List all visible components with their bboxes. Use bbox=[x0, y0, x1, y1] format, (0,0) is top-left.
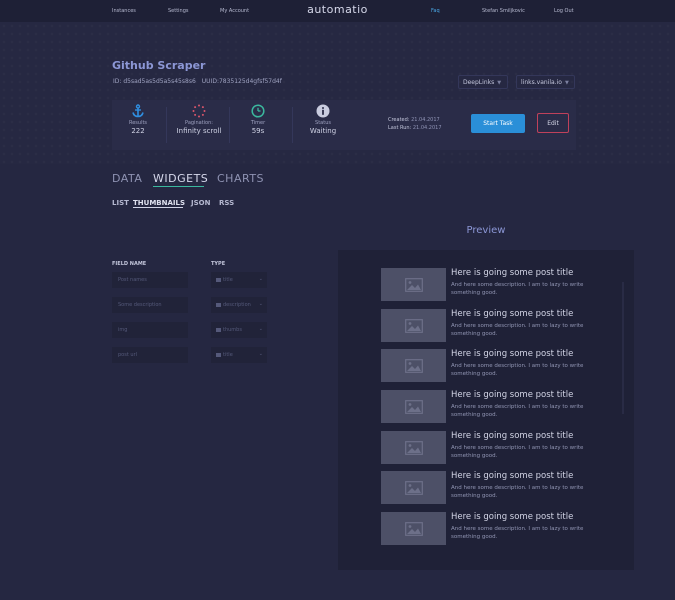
stat-label: Results bbox=[128, 120, 148, 126]
nav-faq[interactable]: Faq bbox=[431, 8, 440, 14]
top-nav: Instances Settings My Account automatio … bbox=[0, 0, 675, 22]
links-dropdown[interactable]: links.vanila.io ▼ bbox=[516, 75, 575, 89]
field-name-header: FIELD NAME bbox=[112, 261, 147, 267]
stat-label: Timer bbox=[250, 120, 266, 126]
stat-value: Infinity scroll bbox=[176, 127, 222, 135]
post-description: And here some description. I am to lazy … bbox=[451, 526, 584, 540]
preview-title: Preview bbox=[466, 225, 506, 236]
page-title: Github Scraper bbox=[112, 59, 206, 72]
field-name-input[interactable]: post url bbox=[112, 347, 188, 363]
post-title: Here is going some post title bbox=[451, 512, 574, 522]
type-value: description bbox=[223, 302, 251, 308]
scraper-uuid: UUID:7835125d4gfsf57d4f bbox=[201, 78, 282, 85]
type-value: title bbox=[223, 352, 233, 358]
stat-value: 59s bbox=[251, 127, 265, 135]
subtab-thumbnails[interactable]: THUMBNAILS bbox=[133, 199, 185, 207]
chevron-down-icon: ⌄ bbox=[258, 276, 263, 282]
edit-button[interactable]: Edit bbox=[537, 113, 569, 133]
type-select[interactable]: title ⌄ bbox=[211, 272, 267, 288]
image-placeholder-icon bbox=[381, 431, 446, 464]
post-title: Here is going some post title bbox=[451, 390, 574, 400]
chevron-down-icon: ⌄ bbox=[258, 351, 263, 357]
post-description: And here some description. I am to lazy … bbox=[451, 282, 584, 296]
preview-post[interactable]: Here is going some post title And here so… bbox=[381, 431, 601, 465]
chevron-down-icon: ▼ bbox=[564, 80, 569, 86]
links-label: links.vanila.io bbox=[521, 79, 562, 86]
preview-post[interactable]: Here is going some post title And here so… bbox=[381, 390, 601, 424]
image-icon bbox=[216, 327, 221, 332]
active-tab-indicator bbox=[153, 186, 204, 187]
post-description: And here some description. I am to lazy … bbox=[451, 445, 584, 459]
image-placeholder-icon bbox=[381, 268, 446, 301]
post-description: And here some description. I am to lazy … bbox=[451, 485, 584, 499]
tab-widgets[interactable]: WIDGETS bbox=[153, 172, 208, 185]
type-select[interactable]: title ⌄ bbox=[211, 347, 267, 363]
type-icon bbox=[216, 302, 221, 307]
image-placeholder-icon bbox=[381, 512, 446, 545]
chevron-down-icon: ⌄ bbox=[258, 326, 263, 332]
stat-pagination: Pagination: Infinity scroll bbox=[169, 104, 229, 135]
subtab-json[interactable]: JSON bbox=[191, 199, 210, 207]
deeplinks-dropdown[interactable]: DeepLinks ▼ bbox=[458, 75, 508, 89]
preview-post[interactable]: Here is going some post title And here so… bbox=[381, 349, 601, 383]
post-description: And here some description. I am to lazy … bbox=[451, 323, 584, 337]
field-name-input[interactable]: Some description bbox=[112, 297, 188, 313]
created-date: 21.04.2017 bbox=[411, 117, 440, 123]
preview-post[interactable]: Here is going some post title And here so… bbox=[381, 471, 601, 505]
info-icon bbox=[293, 104, 353, 118]
divider bbox=[166, 107, 167, 143]
type-value: thumbs bbox=[223, 327, 242, 333]
type-value: title bbox=[223, 277, 233, 283]
post-title: Here is going some post title bbox=[451, 268, 574, 278]
type-icon bbox=[216, 352, 221, 357]
post-title: Here is going some post title bbox=[451, 309, 574, 319]
tab-data[interactable]: DATA bbox=[112, 172, 142, 185]
start-task-button[interactable]: Start Task bbox=[471, 114, 525, 133]
image-placeholder-icon bbox=[381, 309, 446, 342]
run-dates: Created: 21.04.2017 Last Run: 21.04.2017 bbox=[388, 116, 442, 132]
image-placeholder-icon bbox=[381, 390, 446, 423]
active-subtab-indicator bbox=[133, 207, 183, 208]
scraper-ids: ID: d5sad5as5d5a5s45s8s6 UUID:7835125d4gf… bbox=[113, 78, 282, 85]
stat-value: Waiting bbox=[309, 127, 337, 135]
preview-post[interactable]: Here is going some post title And here so… bbox=[381, 268, 601, 302]
stat-label: Pagination: bbox=[185, 120, 213, 126]
spinner-icon bbox=[169, 104, 229, 118]
nav-user[interactable]: Stefan Smiljkovic bbox=[482, 8, 525, 14]
type-icon bbox=[216, 277, 221, 282]
created-label: Created: bbox=[388, 117, 410, 123]
lastrun-label: Last Run: bbox=[388, 125, 412, 131]
field-name-input[interactable]: img bbox=[112, 322, 188, 338]
clock-icon bbox=[228, 104, 288, 118]
preview-scrollbar[interactable] bbox=[622, 282, 624, 414]
stat-timer: Timer 59s bbox=[228, 104, 288, 135]
nav-logout[interactable]: Log Out bbox=[554, 8, 574, 14]
stat-value: 222 bbox=[131, 127, 145, 135]
type-header: TYPE bbox=[211, 261, 226, 267]
image-placeholder-icon bbox=[381, 471, 446, 504]
post-title: Here is going some post title bbox=[451, 431, 574, 441]
anchor-icon bbox=[108, 104, 168, 118]
chevron-down-icon: ▼ bbox=[497, 80, 502, 86]
post-description: And here some description. I am to lazy … bbox=[451, 404, 584, 418]
stat-status: Status Waiting bbox=[293, 104, 353, 135]
type-select[interactable]: description ⌄ bbox=[211, 297, 267, 313]
preview-post[interactable]: Here is going some post title And here so… bbox=[381, 309, 601, 343]
post-title: Here is going some post title bbox=[451, 349, 574, 359]
lastrun-date: 21.04.2017 bbox=[412, 125, 442, 131]
scraper-id: ID: d5sad5as5d5a5s45s8s6 bbox=[113, 78, 196, 85]
deeplinks-label: DeepLinks bbox=[463, 79, 495, 86]
field-name-input[interactable]: Post names bbox=[112, 272, 188, 288]
post-description: And here some description. I am to lazy … bbox=[451, 363, 584, 377]
tab-charts[interactable]: CHARTS bbox=[217, 172, 264, 185]
preview-post[interactable]: Here is going some post title And here so… bbox=[381, 512, 601, 546]
image-placeholder-icon bbox=[381, 349, 446, 382]
subtab-list[interactable]: LIST bbox=[112, 199, 129, 207]
post-title: Here is going some post title bbox=[451, 471, 574, 481]
subtab-rss[interactable]: RSS bbox=[219, 199, 234, 207]
chevron-down-icon: ⌄ bbox=[258, 301, 263, 307]
type-select[interactable]: thumbs ⌄ bbox=[211, 322, 267, 338]
stat-label: Status bbox=[315, 120, 331, 126]
stat-results: Results 222 bbox=[108, 104, 168, 135]
